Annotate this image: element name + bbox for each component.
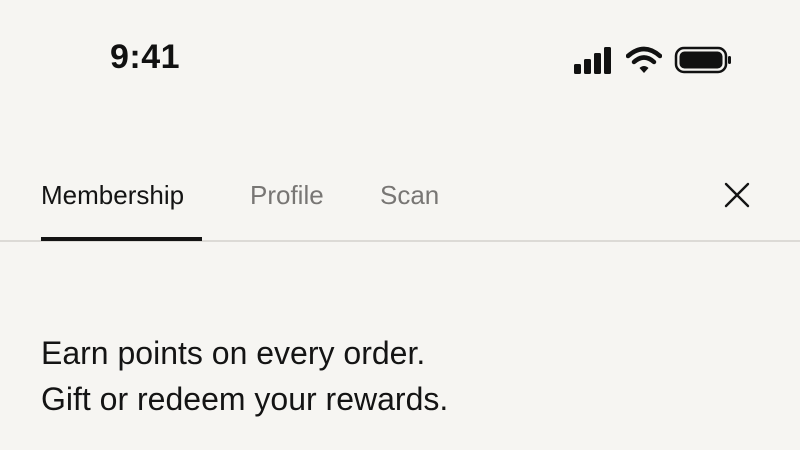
cut-off-text-line — [41, 444, 371, 450]
membership-intro: Earn points on every order. Gift or rede… — [41, 330, 761, 422]
status-time: 9:41 — [110, 38, 181, 76]
close-button[interactable] — [718, 176, 756, 214]
wifi-icon — [626, 46, 662, 73]
close-icon — [724, 182, 750, 208]
tab-membership[interactable]: Membership — [41, 178, 184, 212]
tab-profile[interactable]: Profile — [250, 178, 324, 212]
cellular-signal-icon — [574, 47, 611, 74]
active-tab-indicator — [41, 237, 202, 241]
battery-icon — [674, 46, 731, 74]
intro-line-2: Gift or redeem your rewards. — [41, 381, 449, 417]
status-icons — [572, 44, 732, 76]
status-bar: 9:41 — [0, 0, 800, 120]
tab-bar: Membership Profile Scan — [0, 160, 800, 242]
tab-scan[interactable]: Scan — [380, 178, 439, 212]
intro-line-1: Earn points on every order. — [41, 335, 426, 371]
